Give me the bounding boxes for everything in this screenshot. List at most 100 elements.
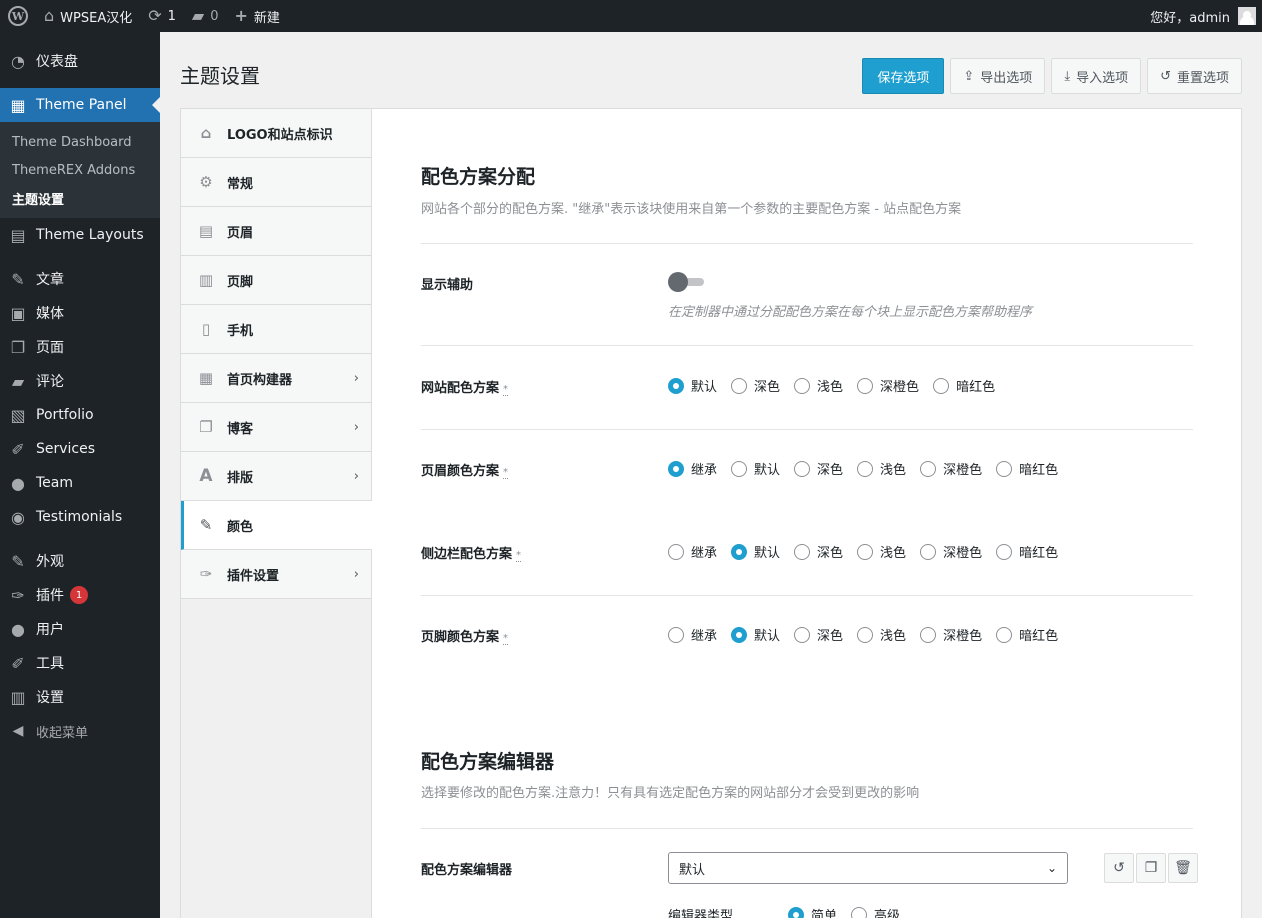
scheme-editor-select[interactable]: 默认 ⌄ [668, 852, 1068, 884]
copy-scheme-button[interactable]: ❐ [1136, 853, 1166, 883]
tab-mobile[interactable]: ▯ 手机 [181, 305, 371, 354]
reset-scheme-button[interactable]: ↺ [1104, 853, 1134, 883]
updates-link[interactable]: ⟳ 1 [140, 0, 184, 32]
scheme-editor-label: 配色方案编辑器 [421, 863, 513, 878]
radio-option[interactable]: 深色 [731, 376, 780, 395]
tab-footer[interactable]: ▥ 页脚 [181, 256, 371, 305]
tab-label: 页眉 [227, 225, 254, 241]
tab-colors[interactable]: ✎ 颜色 [181, 501, 372, 550]
radio-option[interactable]: 暗红色 [996, 542, 1058, 561]
portfolio-icon: ▧ [10, 405, 26, 425]
button-label: 重置选项 [1176, 70, 1229, 86]
import-options-button[interactable]: ⤓ 导入选项 [1051, 58, 1142, 94]
menu-label: Services [36, 441, 96, 457]
radio-dot [788, 906, 804, 918]
radio-label: 浅色 [880, 463, 907, 478]
options-tabs: ⌂ LOGO和站点标识 ⚙ 常规 ▤ 页眉 ▥ 页脚 ▯ 手机 ▦ 首页构建器 › ❐ 博客 › … [181, 109, 372, 918]
new-content-link[interactable]: + 新建 [227, 0, 288, 32]
delete-scheme-button[interactable]: 🗑 [1168, 853, 1198, 883]
radio-label: 继承 [691, 629, 718, 644]
radio-option[interactable]: 深橙色 [857, 376, 919, 395]
radio-label: 默认 [754, 546, 781, 561]
comments-link[interactable]: ▰ 0 [184, 0, 227, 32]
tab-label: 排版 [227, 470, 254, 486]
radio-editor-type[interactable]: 简单 [788, 905, 837, 918]
menu-users[interactable]: ● 用户 [0, 612, 160, 646]
tab-label: LOGO和站点标识 [227, 127, 333, 143]
menu-plugins[interactable]: ✑ 插件 1 [0, 578, 160, 612]
menu-posts[interactable]: ✎ 文章 [0, 262, 160, 296]
chevron-right-icon: › [353, 370, 359, 386]
radio-option[interactable]: 深橙色 [920, 459, 982, 478]
radio-option[interactable]: 暗红色 [996, 625, 1058, 644]
menu-theme-panel[interactable]: ▦ Theme Panel [0, 88, 160, 122]
radio-dot [731, 460, 748, 477]
tab-plugin-settings[interactable]: ✑ 插件设置 › [181, 550, 371, 599]
radio-option[interactable]: 深橙色 [920, 625, 982, 644]
menu-settings[interactable]: ▥ 设置 [0, 680, 160, 714]
radio-option[interactable]: 深色 [794, 542, 843, 561]
scheme-assign-desc: 网站各个部分的配色方案. "继承"表示该块使用来自第一个参数的主要配色方案 - … [421, 202, 962, 217]
scheme-editor-desc: 选择要修改的配色方案.注意力！只有具有选定配色方案的网站部分才会受到更改的影响 [421, 786, 920, 801]
tab-label: 常规 [227, 176, 254, 192]
menu-tools[interactable]: ✐ 工具 [0, 646, 160, 680]
radio-option[interactable]: 继承 [668, 542, 717, 561]
submenu-theme-settings[interactable]: 主题设置 [0, 184, 160, 212]
menu-services[interactable]: ✐ Services [0, 432, 160, 466]
tab-homepage-builder[interactable]: ▦ 首页构建器 › [181, 354, 371, 403]
radio-label: 暗红色 [1019, 546, 1059, 561]
radio-dot [794, 626, 811, 643]
radio-option[interactable]: 浅色 [794, 376, 843, 395]
radio-option[interactable]: 浅色 [857, 459, 906, 478]
greeting: 您好，admin [1150, 10, 1230, 26]
editor-type-radios: 简单 高级 [788, 905, 914, 918]
radio-label: 暗红色 [956, 380, 996, 395]
scheme-row-label: 侧边栏配色方案 * [421, 543, 522, 562]
menu-testimonials[interactable]: ◉ Testimonials [0, 500, 160, 534]
radio-option[interactable]: 默认 [668, 376, 717, 395]
tab-header[interactable]: ▤ 页眉 [181, 207, 371, 256]
radio-option[interactable]: 浅色 [857, 625, 906, 644]
tab-general[interactable]: ⚙ 常规 [181, 158, 371, 207]
collapse-menu-button[interactable]: ◀ 收起菜单 [0, 714, 160, 748]
menu-pages[interactable]: ❐ 页面 [0, 330, 160, 364]
radio-option[interactable]: 深橙色 [920, 542, 982, 561]
radio-label: 深橙色 [943, 546, 983, 561]
menu-appearance[interactable]: ✎ 外观 [0, 544, 160, 578]
label-text: 页眉颜色方案 [421, 464, 500, 479]
radio-option[interactable]: 默认 [731, 542, 780, 561]
radio-option[interactable]: 继承 [668, 459, 717, 478]
radio-option[interactable]: 浅色 [857, 542, 906, 561]
show-helper-toggle[interactable] [668, 272, 704, 292]
scheme-row-label: 页眉颜色方案 * [421, 460, 509, 479]
tab-typography[interactable]: A 排版 › [181, 452, 371, 501]
radio-option[interactable]: 暗红色 [933, 376, 995, 395]
radio-editor-type[interactable]: 高级 [851, 905, 900, 918]
menu-team[interactable]: ● Team [0, 466, 160, 500]
menu-comments[interactable]: ▰ 评论 [0, 364, 160, 398]
menu-portfolio[interactable]: ▧ Portfolio [0, 398, 160, 432]
menu-dashboard[interactable]: ◔ 仪表盘 [0, 44, 160, 78]
menu-theme-layouts[interactable]: ▤ Theme Layouts [0, 218, 160, 252]
reset-options-button[interactable]: ↺ 重置选项 [1147, 58, 1242, 94]
radio-option[interactable]: 默认 [731, 459, 780, 478]
submenu-themerex-addons[interactable]: ThemeREX Addons [0, 156, 160, 184]
tab-blog[interactable]: ❐ 博客 › [181, 403, 371, 452]
radio-option[interactable]: 继承 [668, 625, 717, 644]
tab-logo[interactable]: ⌂ LOGO和站点标识 [181, 109, 371, 158]
wp-logo-menu[interactable]: W [0, 0, 36, 32]
radio-option[interactable]: 默认 [731, 625, 780, 644]
site-name-link[interactable]: ⌂ WPSEA汉化 [36, 0, 140, 32]
radio-dot [933, 377, 950, 394]
update-icon: ⟳ [148, 6, 162, 25]
radio-label: 简单 [811, 909, 838, 918]
radio-option[interactable]: 深色 [794, 459, 843, 478]
export-options-button[interactable]: ⇪ 导出选项 [950, 58, 1046, 94]
menu-media[interactable]: ▣ 媒体 [0, 296, 160, 330]
radio-option[interactable]: 暗红色 [996, 459, 1058, 478]
radio-option[interactable]: 深色 [794, 625, 843, 644]
submenu-theme-dashboard[interactable]: Theme Dashboard [0, 128, 160, 156]
save-options-button[interactable]: 保存选项 [862, 58, 945, 94]
my-account[interactable]: 您好，admin [1142, 0, 1262, 32]
menu-label: 仪表盘 [36, 54, 78, 70]
